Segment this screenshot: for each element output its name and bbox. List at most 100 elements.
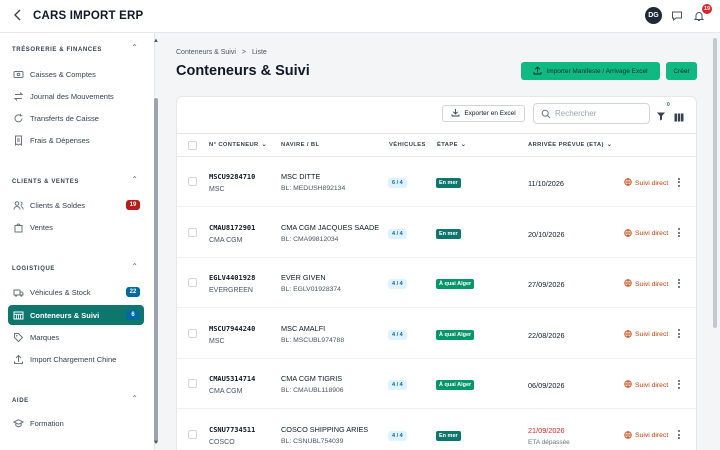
more-options-icon[interactable] xyxy=(675,276,683,290)
columns-icon[interactable] xyxy=(674,109,684,122)
breadcrumb-parent[interactable]: Conteneurs & Suivi xyxy=(176,49,236,56)
graduation-icon xyxy=(12,417,24,429)
chevron-up-icon[interactable]: ⌃ xyxy=(131,394,138,403)
scroll-up-icon[interactable]: ▲ xyxy=(153,38,159,44)
live-tracking-label: Suivi direct xyxy=(635,280,669,288)
more-options-icon[interactable] xyxy=(675,327,683,341)
section-title-logistique: LOGISTIQUE xyxy=(12,266,56,272)
globe-icon xyxy=(624,380,632,390)
chat-icon[interactable] xyxy=(670,9,684,23)
bill-of-lading: BL: CMAUBL118906 xyxy=(281,387,344,394)
container-number[interactable]: CMAU5314714 xyxy=(209,375,255,383)
shipping-line: MSC xyxy=(209,337,225,345)
sidebar-item-import-chine[interactable]: Import Chargement Chine xyxy=(8,349,144,369)
live-tracking-link[interactable]: Suivi direct xyxy=(624,329,668,340)
table-row[interactable]: CSNU7734511 COSCO COSCO SHIPPING ARIES BL: … xyxy=(177,410,696,450)
bill-of-lading: BL: MEDUSH892134 xyxy=(281,185,346,192)
more-options-icon[interactable] xyxy=(675,175,683,189)
column-header-eta[interactable]: ARRIVÉE PRÉVUE (ETA) ⌄ xyxy=(528,142,612,148)
bill-of-lading: BL: EGLV01928374 xyxy=(281,286,341,293)
export-excel-button[interactable]: Exporter en Excel xyxy=(442,105,525,122)
live-tracking-link[interactable]: Suivi direct xyxy=(624,228,668,239)
sidebar-item-label: Véhicules & Stock xyxy=(30,287,91,297)
chevron-up-icon[interactable]: ⌃ xyxy=(131,262,138,271)
vehicles-count-badge: 4 / 4 xyxy=(388,279,407,289)
sidebar-item-conteneurs[interactable]: Conteneurs & Suivi 6 xyxy=(8,305,144,325)
sidebar-item-transferts[interactable]: Transferts de Caisse xyxy=(8,108,144,128)
more-options-icon[interactable] xyxy=(675,428,683,442)
page-title: Conteneurs & Suivi xyxy=(176,63,310,79)
globe-icon xyxy=(624,329,632,340)
upload-icon xyxy=(12,353,24,365)
scrollbar-thumb[interactable] xyxy=(154,98,158,443)
sidebar-item-clients[interactable]: Clients & Soldes 19 xyxy=(8,195,144,215)
more-options-icon[interactable] xyxy=(675,226,683,240)
table-row[interactable]: EGLV4401928 EVERGREEN EVER GIVEN BL: EGLV01… xyxy=(177,258,696,308)
column-header-vehicles[interactable]: VÉHICULES xyxy=(389,142,426,148)
table-row[interactable]: MSCU9284710 MSC MSC DITTE BL: MEDUSH892134 6… xyxy=(177,157,696,207)
stage-badge: En mer xyxy=(436,228,461,239)
table-row[interactable]: CMAU8172901 CMA CGM CMA CGM JACQUES SAADE B… xyxy=(177,208,696,258)
shipping-line: EVERGREEN xyxy=(209,287,253,294)
row-checkbox[interactable] xyxy=(188,328,197,338)
live-tracking-link[interactable]: Suivi direct xyxy=(624,380,668,390)
column-header-container[interactable]: N° CONTENEUR ⌄ xyxy=(209,142,267,148)
search-box[interactable] xyxy=(533,103,650,124)
row-checkbox[interactable] xyxy=(188,177,197,186)
container-number[interactable]: CSNU7734511 xyxy=(209,426,255,434)
eta-date: 06/09/2026 xyxy=(528,381,565,390)
vehicles-count-badge: 4 / 4 xyxy=(388,380,407,390)
select-all-checkbox[interactable] xyxy=(188,141,197,150)
search-input[interactable] xyxy=(555,109,645,118)
chevron-up-icon[interactable]: ⌃ xyxy=(131,43,138,52)
bell-icon[interactable]: 19 xyxy=(692,3,712,23)
shipping-line: MSC xyxy=(209,186,225,193)
sidebar-item-label: Marques xyxy=(30,332,60,342)
stage-badge: À quai Alger xyxy=(436,329,475,340)
live-tracking-link[interactable]: Suivi direct xyxy=(624,430,668,441)
sidebar-item-ventes[interactable]: Ventes xyxy=(8,217,144,237)
back-icon[interactable] xyxy=(11,8,25,24)
sidebar-scrollbar[interactable]: ▲ ▼ xyxy=(153,38,159,448)
truck-icon xyxy=(12,286,24,298)
sidebar-item-caisses[interactable]: Caisses & Comptes xyxy=(8,64,144,84)
scroll-down-icon[interactable]: ▼ xyxy=(153,440,159,446)
container-number[interactable]: MSCU7944240 xyxy=(209,325,255,333)
sidebar-item-marques[interactable]: Marques xyxy=(8,327,144,347)
import-manifest-button[interactable]: Importer Manifeste / Arrivage Excel xyxy=(521,62,660,80)
container-number[interactable]: EGLV4401928 xyxy=(209,274,255,282)
live-tracking-link[interactable]: Suivi direct xyxy=(624,178,668,188)
container-number[interactable]: MSCU9284710 xyxy=(209,173,255,181)
sidebar-item-formation[interactable]: Formation xyxy=(8,413,144,433)
sidebar-item-frais[interactable]: Frais & Dépenses xyxy=(8,130,144,150)
table-row[interactable]: MSCU7944240 MSC MSC AMALFI BL: MSCUBL974788… xyxy=(177,309,696,359)
stage-badge: À quai Alger xyxy=(436,279,475,289)
scrollbar-thumb[interactable] xyxy=(713,38,717,328)
row-checkbox[interactable] xyxy=(188,278,197,287)
download-icon xyxy=(451,108,460,119)
chevron-up-icon[interactable]: ⌃ xyxy=(131,175,138,184)
column-header-label: ÉTAPE xyxy=(437,142,458,148)
containers-table-card: Exporter en Excel 0 N° CONTENEUR⌄ NAVIRE… xyxy=(176,96,697,450)
row-checkbox[interactable] xyxy=(188,227,197,237)
globe-icon xyxy=(624,430,632,441)
row-checkbox[interactable] xyxy=(188,379,197,388)
column-header-stage[interactable]: ÉTAPE ⌄ xyxy=(437,142,466,148)
shipping-line: COSCO xyxy=(209,438,235,446)
container-number[interactable]: CMAU8172901 xyxy=(209,224,255,232)
bag-icon xyxy=(12,221,24,233)
column-header-vessel[interactable]: NAVIRE / BL xyxy=(281,142,319,148)
eta-date: 27/09/2026 xyxy=(528,280,565,289)
live-tracking-link[interactable]: Suivi direct xyxy=(624,279,668,289)
row-checkbox[interactable] xyxy=(188,429,197,439)
create-button[interactable]: Créer xyxy=(666,62,697,80)
table-row[interactable]: CMAU5314714 CMA CGM CMA CGM TIGRIS BL: CMAU… xyxy=(177,359,696,409)
sidebar-item-journal[interactable]: Journal des Mouvements xyxy=(8,86,144,106)
chevron-down-icon: ⌄ xyxy=(460,142,467,148)
sidebar-item-vehicules[interactable]: Véhicules & Stock 22 xyxy=(8,282,144,302)
page-scrollbar[interactable] xyxy=(712,34,718,450)
more-options-icon[interactable] xyxy=(675,377,683,391)
avatar[interactable]: DG xyxy=(645,7,662,24)
vehicles-count-badge: 4 / 4 xyxy=(388,329,407,340)
filter-icon[interactable] xyxy=(656,108,666,121)
